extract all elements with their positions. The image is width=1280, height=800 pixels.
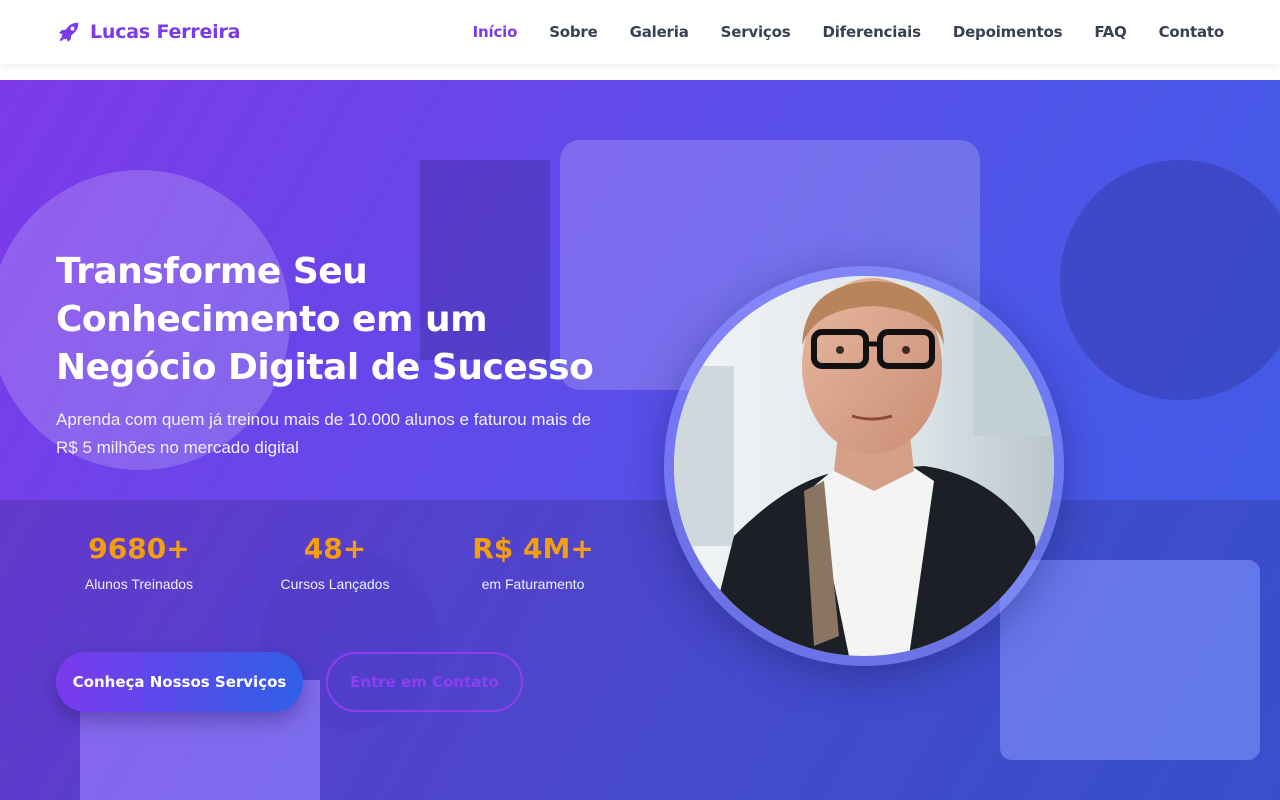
- stat-courses: 48+ Cursos Lançados: [236, 532, 434, 592]
- site-header: Lucas Ferreira Início Sobre Galeria Serv…: [0, 0, 1280, 64]
- services-button[interactable]: Conheça Nossos Serviços: [56, 652, 303, 712]
- stat-label: Alunos Treinados: [84, 576, 194, 592]
- nav-item-servicos[interactable]: Serviços: [721, 23, 791, 41]
- stat-label: em Faturamento: [481, 576, 585, 592]
- contact-button[interactable]: Entre em Contato: [326, 652, 523, 712]
- stat-value: 9680+: [88, 532, 190, 565]
- nav-item-inicio[interactable]: Início: [473, 23, 518, 41]
- hero-content: Transforme Seu Conhecimento em um Negóci…: [56, 248, 616, 462]
- hero-section: Transforme Seu Conhecimento em um Negóci…: [0, 80, 1280, 800]
- nav-item-contato[interactable]: Contato: [1159, 23, 1225, 41]
- hero-stats: 9680+ Alunos Treinados 48+ Cursos Lançad…: [40, 532, 600, 612]
- nav-item-faq[interactable]: FAQ: [1094, 23, 1126, 41]
- hero-subtitle: Aprenda com quem já treinou mais de 10.0…: [56, 410, 591, 457]
- stat-revenue: R$ 4M+ em Faturamento: [434, 532, 632, 592]
- stat-value: 48+: [303, 532, 367, 565]
- nav-item-diferenciais[interactable]: Diferenciais: [822, 23, 921, 41]
- nav-item-sobre[interactable]: Sobre: [549, 23, 598, 41]
- main-nav: Início Sobre Galeria Serviços Diferencia…: [473, 23, 1225, 41]
- brand-name: Lucas Ferreira: [90, 21, 241, 43]
- nav-item-depoimentos[interactable]: Depoimentos: [953, 23, 1063, 41]
- stat-students: 9680+ Alunos Treinados: [40, 532, 238, 592]
- nav-item-galeria[interactable]: Galeria: [630, 23, 689, 41]
- brand-logo[interactable]: Lucas Ferreira: [56, 19, 240, 45]
- portrait-frame: [664, 266, 1064, 666]
- stat-label: Cursos Lançados: [280, 576, 390, 592]
- portrait-image: [674, 276, 1054, 656]
- hero-title: Transforme Seu Conhecimento em um Negóci…: [56, 251, 594, 388]
- rocket-icon: [56, 19, 82, 45]
- stat-value: R$ 4M+: [472, 532, 594, 565]
